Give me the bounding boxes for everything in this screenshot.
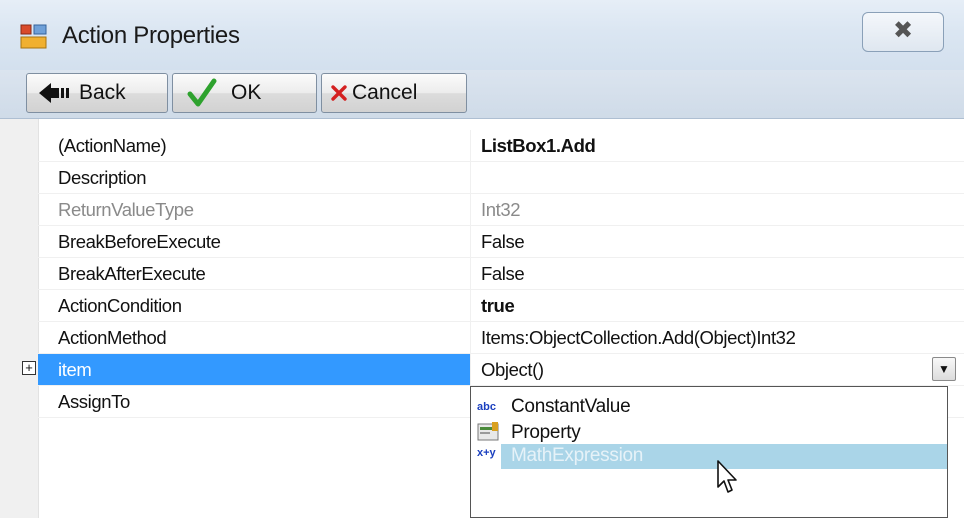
cancel-button-label: Cancel (352, 81, 418, 104)
property-value[interactable]: Items:ObjectCollection.Add(Object)Int32 (470, 322, 950, 353)
property-name: AssignTo (58, 391, 130, 412)
close-icon: ✖ (892, 17, 914, 44)
property-value[interactable] (470, 162, 950, 193)
dropdown-item-label: MathExpression (511, 445, 644, 466)
red-x-icon (331, 85, 347, 101)
property-value[interactable]: Object() (470, 354, 950, 385)
property-value: Int32 (470, 194, 950, 225)
checkmark-icon (187, 78, 217, 107)
toolbar: Back OK Cancel (0, 70, 964, 119)
property-row-actioncondition[interactable]: ActionCondition true (0, 290, 964, 322)
back-button[interactable]: Back (26, 73, 168, 113)
dropdown-item-constantvalue[interactable]: abc ConstantValue (471, 393, 947, 420)
mouse-cursor-icon (717, 460, 737, 493)
window-title: Action Properties (62, 22, 240, 49)
app-icon (20, 24, 47, 49)
ok-button[interactable]: OK (172, 73, 317, 113)
property-row-item[interactable]: + item Object() ▼ (0, 354, 964, 386)
back-button-label: Back (79, 81, 126, 104)
expand-icon[interactable]: + (22, 361, 36, 375)
property-name: Description (58, 167, 147, 188)
property-name: ReturnValueType (58, 199, 194, 220)
title-bar: Action Properties ✖ (0, 0, 964, 71)
property-name: (ActionName) (58, 135, 167, 156)
property-row-breakbeforeexecute[interactable]: BreakBeforeExecute False (0, 226, 964, 258)
property-name: ActionCondition (58, 295, 182, 316)
close-button[interactable]: ✖ (862, 12, 944, 52)
abc-icon: abc (477, 401, 496, 413)
value-type-dropdown: abc ConstantValue Property x+y MathExpre… (470, 386, 948, 518)
property-value[interactable]: true (470, 290, 950, 321)
back-arrow-icon (39, 83, 69, 103)
property-icon (477, 422, 499, 441)
dropdown-arrow-button[interactable]: ▼ (932, 357, 956, 381)
property-name: ActionMethod (58, 327, 167, 348)
property-row-breakafterexecute[interactable]: BreakAfterExecute False (0, 258, 964, 290)
cancel-button[interactable]: Cancel (321, 73, 467, 113)
property-row-actionmethod[interactable]: ActionMethod Items:ObjectCollection.Add(… (0, 322, 964, 354)
dropdown-item-mathexpression[interactable]: x+y MathExpression (471, 442, 947, 469)
ok-button-label: OK (231, 81, 262, 104)
property-value[interactable]: False (470, 226, 950, 257)
property-name: BreakBeforeExecute (58, 231, 221, 252)
property-row-actionname[interactable]: (ActionName) ListBox1.Add (0, 130, 964, 162)
property-value[interactable]: False (470, 258, 950, 289)
dropdown-item-label: ConstantValue (511, 396, 631, 417)
math-expression-icon: x+y (477, 447, 496, 459)
property-value[interactable]: ListBox1.Add (470, 130, 950, 161)
property-name: item (58, 359, 92, 380)
property-row-description[interactable]: Description (0, 162, 964, 194)
chevron-down-icon: ▼ (938, 362, 950, 376)
property-row-returnvaluetype[interactable]: ReturnValueType Int32 (0, 194, 964, 226)
property-name: BreakAfterExecute (58, 263, 206, 284)
